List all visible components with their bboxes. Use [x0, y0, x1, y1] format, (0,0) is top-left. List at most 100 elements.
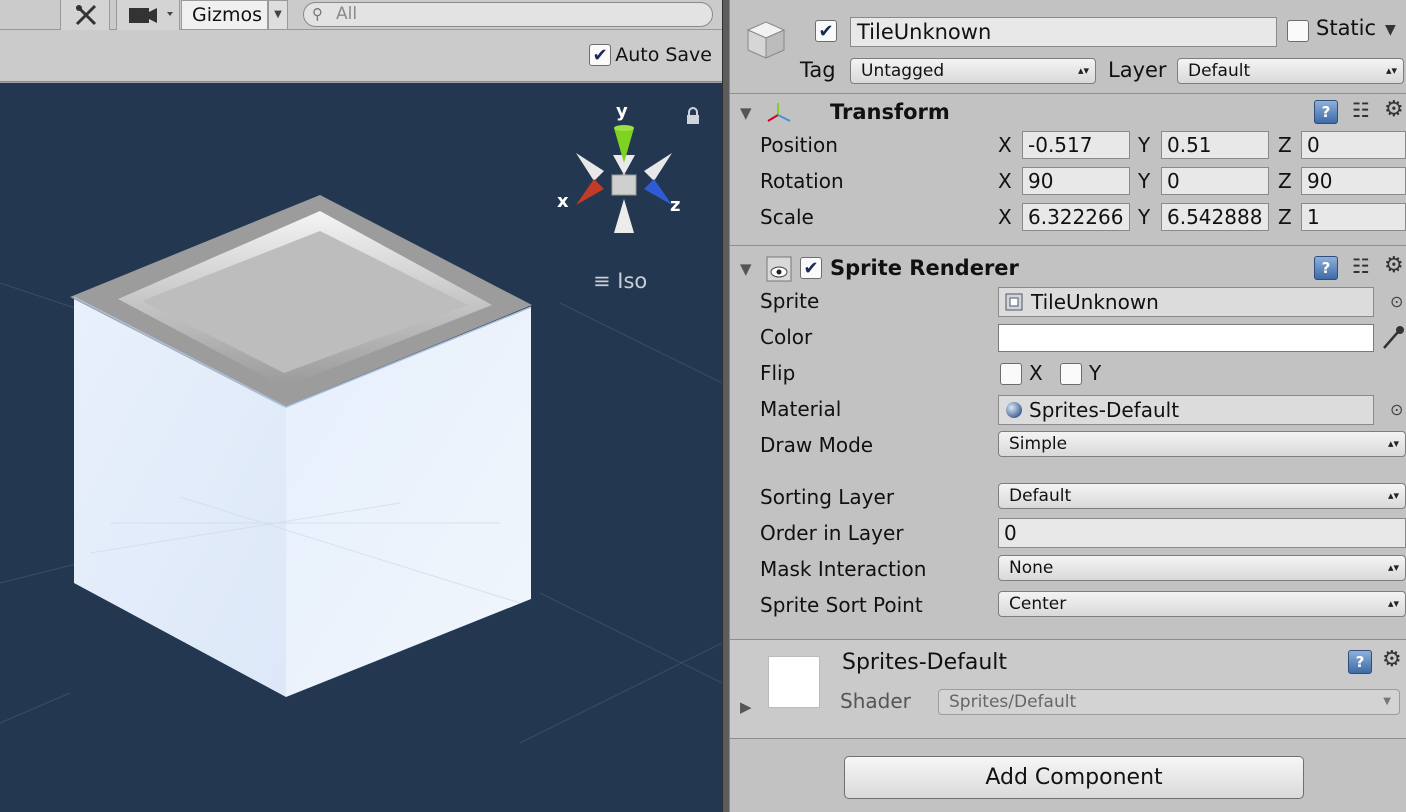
shader-dropdown[interactable]: Sprites/Default ▼	[938, 689, 1400, 715]
scale-x-field[interactable]: 6.322266	[1022, 203, 1130, 231]
rotation-y-field[interactable]: 0	[1161, 167, 1269, 195]
foldout-expanded-icon[interactable]: ▼	[740, 260, 752, 278]
tag-label: Tag	[800, 58, 836, 82]
position-z-field[interactable]: 0	[1301, 131, 1406, 159]
material-name: Sprites-Default	[842, 650, 1008, 675]
static-checkbox[interactable]	[1287, 20, 1309, 42]
sprite-label: Sprite	[760, 289, 820, 313]
material-label: Material	[760, 397, 842, 421]
flip-y-label: Y	[1089, 361, 1102, 385]
object-picker-icon[interactable]: ⊙	[1390, 292, 1403, 311]
object-name-field[interactable]: TileUnknown	[850, 17, 1277, 47]
object-picker-icon[interactable]: ⊙	[1390, 400, 1403, 419]
mask-interaction-label: Mask Interaction	[760, 557, 927, 581]
order-in-layer-label: Order in Layer	[760, 521, 904, 545]
sprite-asset-icon	[1005, 293, 1023, 311]
search-icon: ⚲	[312, 5, 323, 23]
sprite-renderer-header[interactable]: ▼ ✔ Sprite Renderer ? ☷ ⚙	[730, 251, 1406, 287]
menu-lines-icon: ≡	[593, 269, 611, 293]
tag-dropdown[interactable]: Untagged ▴▾	[850, 58, 1096, 84]
cube-object[interactable]	[70, 195, 532, 697]
shader-label: Shader	[840, 689, 911, 713]
mask-interaction-dropdown[interactable]: None ▴▾	[998, 555, 1406, 581]
tag-value: Untagged	[861, 61, 945, 81]
color-swatch-field[interactable]	[998, 324, 1374, 352]
sprite-object-field[interactable]: TileUnknown	[998, 287, 1374, 317]
foldout-collapsed-icon[interactable]: ▶	[740, 698, 752, 716]
pane-divider[interactable]	[722, 0, 730, 812]
mask-interaction-value: None	[1009, 558, 1054, 578]
scene-toolbar: Gizmos ▼ ⚲ All	[0, 0, 722, 30]
auto-save-toggle[interactable]: ✔ Auto Save	[589, 42, 712, 68]
updown-arrow-icon: ▴▾	[1385, 64, 1397, 77]
rotation-x-field[interactable]: 90	[1022, 167, 1130, 195]
auto-save-label: Auto Save	[615, 44, 712, 66]
updown-arrow-icon: ▴▾	[1387, 437, 1399, 450]
flip-x-label: X	[1029, 361, 1043, 385]
static-dropdown-icon[interactable]: ▼	[1385, 22, 1396, 38]
component-separator	[730, 245, 1406, 246]
add-component-button[interactable]: Add Component	[844, 756, 1304, 799]
orientation-gizmo[interactable]	[576, 125, 672, 233]
rotation-y-label[interactable]: Y	[1138, 169, 1150, 193]
scene-canvas	[0, 125, 722, 744]
order-in-layer-field[interactable]: 0	[998, 518, 1406, 548]
inspector-header: ✔ TileUnknown Static ▼ Tag Untagged ▴▾ L…	[730, 0, 1406, 94]
sprite-renderer-title: Sprite Renderer	[830, 256, 1019, 280]
gear-icon[interactable]: ⚙	[1384, 253, 1404, 278]
scale-z-label[interactable]: Z	[1278, 205, 1292, 229]
material-preview-thumbnail	[768, 656, 820, 708]
flip-y-checkbox[interactable]	[1060, 363, 1082, 385]
help-book-icon[interactable]: ?	[1348, 650, 1372, 674]
rotation-label: Rotation	[760, 169, 844, 193]
sprite-sort-point-label: Sprite Sort Point	[760, 593, 923, 617]
rotation-z-field[interactable]: 90	[1301, 167, 1406, 195]
gizmo-y-label: y	[616, 101, 628, 122]
sprite-renderer-enabled-checkbox[interactable]: ✔	[800, 257, 822, 279]
draw-mode-dropdown[interactable]: Simple ▴▾	[998, 431, 1406, 457]
foldout-expanded-icon[interactable]: ▼	[740, 104, 752, 122]
rotation-x-label[interactable]: X	[998, 169, 1012, 193]
help-book-icon[interactable]: ?	[1314, 100, 1338, 124]
lock-icon[interactable]	[686, 107, 700, 125]
scale-y-label[interactable]: Y	[1138, 205, 1150, 229]
scale-y-field[interactable]: 6.542888	[1161, 203, 1269, 231]
layer-dropdown[interactable]: Default ▴▾	[1177, 58, 1404, 84]
preset-sliders-icon[interactable]: ☷	[1352, 254, 1370, 278]
scale-x-label[interactable]: X	[998, 205, 1012, 229]
scene-search-input[interactable]: ⚲ All	[303, 2, 713, 27]
material-object-field[interactable]: Sprites-Default	[998, 395, 1374, 425]
scale-z-field[interactable]: 1	[1301, 203, 1406, 231]
inspector-panel: ✔ TileUnknown Static ▼ Tag Untagged ▴▾ L…	[730, 0, 1406, 812]
gear-icon[interactable]: ⚙	[1382, 647, 1402, 672]
rotation-z-label[interactable]: Z	[1278, 169, 1292, 193]
position-y-field[interactable]: 0.51	[1161, 131, 1269, 159]
gizmos-dropdown-arrow[interactable]: ▼	[268, 0, 288, 30]
preset-sliders-icon[interactable]: ☷	[1352, 98, 1370, 122]
flip-label: Flip	[760, 361, 796, 385]
active-checkbox[interactable]: ✔	[815, 20, 837, 42]
material-value: Sprites-Default	[1029, 398, 1180, 422]
sprite-sort-point-dropdown[interactable]: Center ▴▾	[998, 591, 1406, 617]
scene-subbar: ✔ Auto Save	[0, 30, 722, 82]
sorting-layer-label: Sorting Layer	[760, 485, 895, 509]
flip-x-checkbox[interactable]	[1000, 363, 1022, 385]
position-y-label[interactable]: Y	[1138, 133, 1150, 157]
help-book-icon[interactable]: ?	[1314, 256, 1338, 280]
sorting-layer-dropdown[interactable]: Default ▴▾	[998, 483, 1406, 509]
position-x-label[interactable]: X	[998, 133, 1012, 157]
gizmos-button[interactable]: Gizmos	[181, 0, 268, 30]
effects-toggle-button[interactable]	[60, 0, 110, 30]
position-z-label[interactable]: Z	[1278, 133, 1292, 157]
transform-header[interactable]: ▼ Transform ? ☷ ⚙	[730, 95, 1406, 131]
layer-label: Layer	[1108, 58, 1167, 82]
eyedropper-icon[interactable]	[1380, 324, 1406, 352]
scene-viewport[interactable]: y x z ≡ Iso	[0, 83, 722, 812]
position-x-field[interactable]: -0.517	[1022, 131, 1130, 159]
auto-save-checkbox[interactable]: ✔	[589, 44, 612, 66]
gear-icon[interactable]: ⚙	[1384, 97, 1404, 122]
sorting-layer-value: Default	[1009, 486, 1072, 506]
projection-toggle[interactable]: ≡ Iso	[593, 269, 647, 293]
tools-icon	[75, 4, 97, 26]
camera-settings-button[interactable]	[116, 0, 180, 30]
